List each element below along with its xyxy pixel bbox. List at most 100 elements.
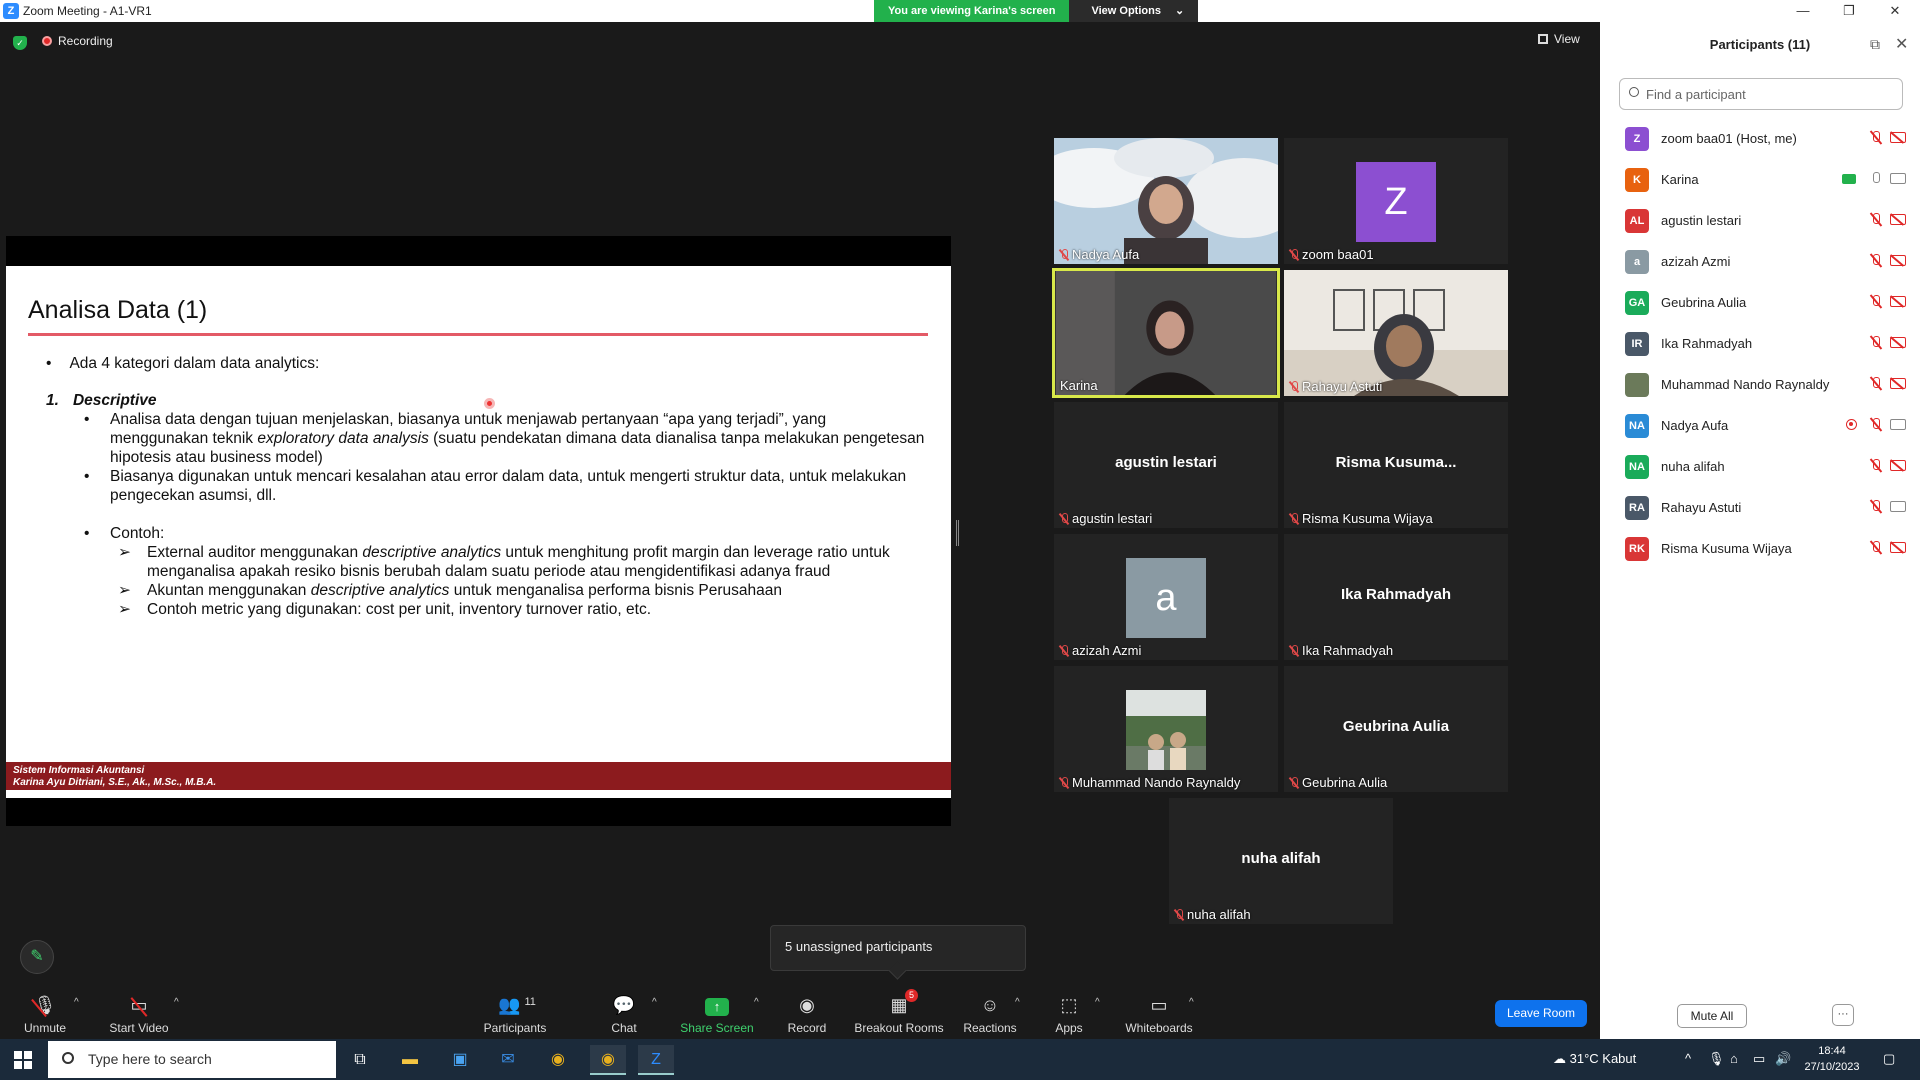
more-options-button[interactable]: ··· xyxy=(1832,1004,1854,1026)
video-tile-nando[interactable]: Muhammad Nando Raynaldy xyxy=(1054,666,1278,792)
karina-video xyxy=(1055,271,1277,395)
encryption-shield-icon[interactable]: ✓ xyxy=(13,36,27,50)
video-off-icon[interactable] xyxy=(1890,132,1906,143)
participant-row[interactable]: NA Nadya Aufa xyxy=(1600,405,1920,446)
video-icon[interactable] xyxy=(1890,173,1906,184)
participant-row[interactable]: AL agustin lestari xyxy=(1600,200,1920,241)
video-off-icon[interactable] xyxy=(1890,337,1906,348)
video-tile-geubrina[interactable]: Geubrina Aulia Geubrina Aulia xyxy=(1284,666,1508,792)
annotate-pencil-icon[interactable]: ✎ xyxy=(20,940,54,974)
participant-row[interactable]: K Karina xyxy=(1600,159,1920,200)
muted-mic-icon[interactable] xyxy=(1870,458,1882,474)
chevron-up-icon[interactable]: ^ xyxy=(174,997,179,1008)
network-tray-icon[interactable]: ⌂ xyxy=(1730,1051,1738,1066)
video-off-icon[interactable] xyxy=(1890,214,1906,225)
muted-mic-icon[interactable] xyxy=(1870,130,1882,146)
unmute-button[interactable]: 🎙 Unmute ^ xyxy=(0,983,90,1035)
participant-row[interactable]: RK Risma Kusuma Wijaya xyxy=(1600,528,1920,569)
mute-all-button[interactable]: Mute All xyxy=(1677,1004,1747,1028)
muted-mic-icon[interactable] xyxy=(1870,499,1882,515)
avatar: IR xyxy=(1625,332,1649,356)
video-tile-zoom[interactable]: Z zoom baa01 xyxy=(1284,138,1508,264)
close-icon[interactable]: ✕ xyxy=(1895,34,1908,54)
whiteboards-button[interactable]: ▭ Whiteboards ^ xyxy=(1114,983,1204,1035)
video-tile-nuha[interactable]: nuha alifah nuha alifah xyxy=(1169,798,1393,924)
participant-row[interactable]: Zzoom baa01 (Host, me) xyxy=(1600,118,1920,159)
restore-button[interactable]: ❐ xyxy=(1826,0,1872,22)
view-button[interactable]: View xyxy=(1538,32,1580,46)
video-tile-karina[interactable]: Karina xyxy=(1052,268,1280,398)
chevron-up-icon[interactable]: ^ xyxy=(652,997,657,1008)
chevron-up-icon[interactable]: ^ xyxy=(1015,997,1020,1008)
volume-tray-icon[interactable]: 🔊 xyxy=(1775,1051,1791,1067)
chevron-up-icon[interactable]: ^ xyxy=(74,997,79,1008)
participant-search-input[interactable]: Find a participant xyxy=(1619,78,1903,110)
windows-start-icon[interactable] xyxy=(14,1051,32,1069)
chevron-up-icon[interactable]: ^ xyxy=(1189,997,1194,1008)
share-screen-button[interactable]: ↑ Share Screen ^ xyxy=(672,983,762,1035)
video-tile-nadya[interactable]: Nadya Aufa xyxy=(1054,138,1278,264)
task-view-icon[interactable]: ⧉ xyxy=(342,1045,378,1075)
video-off-icon[interactable] xyxy=(1890,460,1906,471)
mic-icon[interactable] xyxy=(1870,171,1882,187)
video-tile-agustin[interactable]: agustin lestari agustin lestari xyxy=(1054,402,1278,528)
start-video-button[interactable]: ▭ Start Video ^ xyxy=(94,983,184,1035)
participant-row[interactable]: NA nuha alifah xyxy=(1600,446,1920,487)
view-options-button[interactable]: View Options ⌄ xyxy=(1069,0,1199,22)
muted-mic-icon[interactable] xyxy=(1870,294,1882,310)
tile-name: Rahayu Astuti xyxy=(1302,379,1383,394)
minimize-button[interactable]: — xyxy=(1780,0,1826,22)
file-explorer-icon[interactable]: ▬ xyxy=(392,1045,428,1075)
participant-row[interactable]: Muhammad Nando Raynaldy xyxy=(1600,364,1920,405)
avatar: a xyxy=(1625,250,1649,274)
chevron-up-icon[interactable]: ^ xyxy=(1095,997,1100,1008)
muted-mic-icon[interactable] xyxy=(1870,253,1882,269)
tile-name: Karina xyxy=(1060,378,1098,393)
mail-icon[interactable]: ✉ xyxy=(490,1045,526,1075)
video-off-icon[interactable] xyxy=(1890,542,1906,553)
chrome-icon[interactable]: ◉ xyxy=(540,1045,576,1075)
participants-button[interactable]: 👥 11 Participants xyxy=(470,983,560,1035)
video-tile-ika[interactable]: Ika Rahmadyah Ika Rahmadyah xyxy=(1284,534,1508,660)
video-tile-risma[interactable]: Risma Kusuma... Risma Kusuma Wijaya xyxy=(1284,402,1508,528)
participant-row[interactable]: GA Geubrina Aulia xyxy=(1600,282,1920,323)
chat-button[interactable]: 💬 Chat ^ xyxy=(579,983,669,1035)
tray-chevron-icon[interactable]: ^ xyxy=(1685,1051,1691,1066)
chrome-profile-icon[interactable]: ◉ xyxy=(590,1045,626,1075)
notifications-icon[interactable]: ▢ xyxy=(1883,1051,1895,1067)
participant-row[interactable]: a azizah Azmi xyxy=(1600,241,1920,282)
muted-mic-icon[interactable] xyxy=(1870,417,1882,433)
participant-row[interactable]: IR Ika Rahmadyah xyxy=(1600,323,1920,364)
muted-mic-icon[interactable] xyxy=(1870,212,1882,228)
record-button[interactable]: ◉ Record xyxy=(762,983,852,1035)
reactions-button[interactable]: ☺ Reactions ^ xyxy=(945,983,1035,1035)
breakout-rooms-button[interactable]: ▦ 5 Breakout Rooms xyxy=(849,983,949,1035)
video-icon[interactable] xyxy=(1890,419,1906,430)
battery-tray-icon[interactable]: ▭ xyxy=(1753,1051,1765,1067)
taskbar-search-input[interactable]: Type here to search xyxy=(48,1041,336,1078)
participant-row[interactable]: RA Rahayu Astuti xyxy=(1600,487,1920,528)
recording-indicator[interactable]: Recording xyxy=(42,34,113,48)
muted-mic-icon[interactable] xyxy=(1870,540,1882,556)
video-off-icon[interactable] xyxy=(1890,296,1906,307)
tile-big-name: Ika Rahmadyah xyxy=(1340,586,1452,603)
muted-mic-icon[interactable] xyxy=(1870,376,1882,392)
video-tile-azizah[interactable]: a azizah Azmi xyxy=(1054,534,1278,660)
chevron-up-icon[interactable]: ^ xyxy=(754,997,759,1008)
popout-icon[interactable]: ⧉ xyxy=(1870,36,1880,53)
close-button[interactable]: ✕ xyxy=(1872,0,1918,22)
weather-widget[interactable]: ☁ 31°C Kabut xyxy=(1553,1051,1636,1067)
system-clock[interactable]: 18:44 27/10/2023 xyxy=(1800,1043,1864,1075)
splitter-handle[interactable] xyxy=(956,520,959,546)
apps-button[interactable]: ⬚ Apps ^ xyxy=(1024,983,1114,1035)
muted-mic-icon[interactable] xyxy=(1870,335,1882,351)
leave-room-button[interactable]: Leave Room xyxy=(1495,1000,1587,1027)
video-icon[interactable] xyxy=(1890,501,1906,512)
video-off-icon[interactable] xyxy=(1890,255,1906,266)
footer-course: Sistem Informasi Akuntansi xyxy=(13,765,145,776)
zoom-taskbar-icon[interactable]: Z xyxy=(638,1045,674,1075)
store-icon[interactable]: ▣ xyxy=(442,1045,478,1075)
microphone-tray-icon[interactable]: 🎙 xyxy=(1708,1051,1725,1067)
video-off-icon[interactable] xyxy=(1890,378,1906,389)
video-tile-rahayu[interactable]: Rahayu Astuti xyxy=(1284,270,1508,396)
